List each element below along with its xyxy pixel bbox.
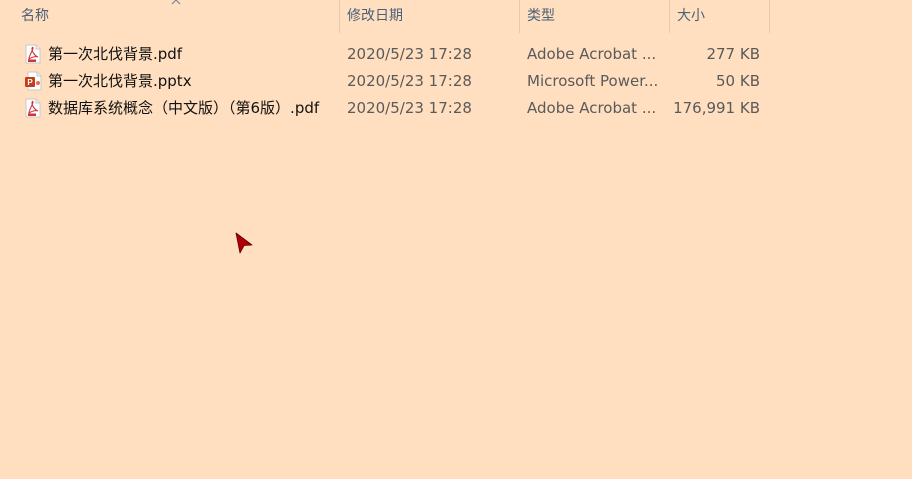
file-row[interactable]: 第一次北伐背景.pdf 2020/5/23 17:28 Adobe Acroba… (0, 41, 770, 68)
column-header-bar: 名称 修改日期 类型 大小 (0, 0, 912, 33)
file-size: 277 KB (706, 45, 760, 63)
pdf-file-icon (25, 98, 41, 118)
file-name[interactable]: 第一次北伐背景.pdf (48, 41, 338, 68)
file-size: 176,991 KB (673, 99, 760, 117)
file-type: Adobe Acrobat ... (527, 45, 657, 63)
file-type: Adobe Acrobat ... (527, 99, 657, 117)
file-modified-date: 2020/5/23 17:28 (347, 72, 472, 90)
column-header-type[interactable]: 类型 (520, 0, 669, 33)
file-name[interactable]: 数据库系统概念（中文版）（第6版）.pdf (48, 95, 338, 122)
file-size: 50 KB (716, 72, 760, 90)
column-header-date[interactable]: 修改日期 (340, 0, 519, 33)
svg-text:P: P (27, 78, 33, 87)
mouse-cursor-icon (235, 232, 253, 254)
pdf-file-icon (25, 44, 41, 64)
file-type: Microsoft Power... (527, 72, 659, 90)
file-name[interactable]: 第一次北伐背景.pptx (48, 68, 338, 95)
file-row[interactable]: 数据库系统概念（中文版）（第6版）.pdf 2020/5/23 17:28 Ad… (0, 95, 770, 122)
column-header-name[interactable]: 名称 (14, 0, 339, 33)
column-divider[interactable] (769, 0, 770, 33)
file-row[interactable]: P 第一次北伐背景.pptx 2020/5/23 17:28 Microsoft… (0, 68, 770, 95)
file-modified-date: 2020/5/23 17:28 (347, 99, 472, 117)
pptx-file-icon: P (25, 71, 42, 91)
file-modified-date: 2020/5/23 17:28 (347, 45, 472, 63)
column-header-size[interactable]: 大小 (670, 0, 769, 33)
